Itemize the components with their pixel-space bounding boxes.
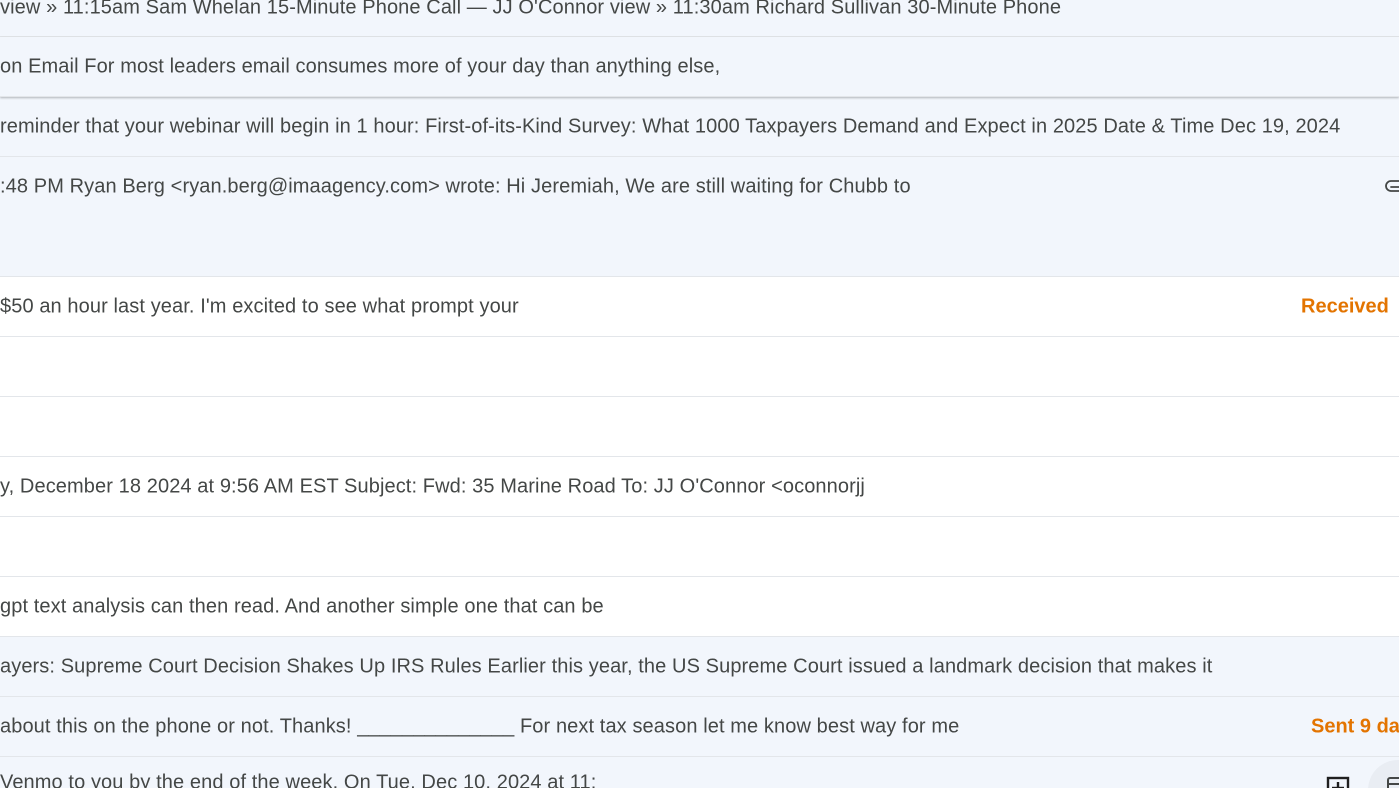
email-row[interactable]: Venmo to you by the end of the week. On … [0,757,1399,788]
email-row[interactable] [0,337,1399,397]
email-row[interactable]: on Email For most leaders email consumes… [0,37,1399,97]
email-snippet: view » 11:15am Sam Whelan 15-Minute Phon… [0,0,1062,19]
email-row[interactable] [0,397,1399,457]
email-snippet: $50 an hour last year. I'm excited to se… [0,295,519,317]
email-row[interactable]: gpt text analysis can then read. And ano… [0,577,1399,637]
email-snippet: ayers: Supreme Court Decision Shakes Up … [0,655,1213,677]
email-row[interactable]: $50 an hour last year. I'm excited to se… [0,277,1399,337]
email-snippet: Venmo to you by the end of the week. On … [0,771,597,788]
email-row[interactable]: view » 11:15am Sam Whelan 15-Minute Phon… [0,0,1399,37]
email-list: view » 11:15am Sam Whelan 15-Minute Phon… [0,0,1399,788]
email-snippet: y, December 18 2024 at 9:56 AM EST Subje… [0,475,865,497]
email-row[interactable]: :48 PM Ryan Berg <ryan.berg@imaagency.co… [0,157,1399,277]
email-row[interactable] [0,517,1399,577]
email-row[interactable]: y, December 18 2024 at 9:56 AM EST Subje… [0,457,1399,517]
plus-square-icon[interactable] [1326,776,1350,788]
email-row[interactable]: reminder that your webinar will begin in… [0,97,1399,157]
email-row[interactable]: about this on the phone or not. Thanks! … [0,697,1399,757]
received-label: Received [1301,295,1389,317]
email-row[interactable]: ayers: Supreme Court Decision Shakes Up … [0,637,1399,697]
calendar-icon[interactable] [1368,760,1399,788]
email-snippet: gpt text analysis can then read. And ano… [0,595,604,617]
sent-label: Sent 9 days [1311,715,1399,737]
email-snippet: on Email For most leaders email consumes… [0,55,721,77]
email-snippet: reminder that your webinar will begin in… [0,115,1341,137]
paperclip-icon[interactable] [1385,177,1399,197]
email-snippet: :48 PM Ryan Berg <ryan.berg@imaagency.co… [0,175,911,198]
email-snippet: about this on the phone or not. Thanks! … [0,715,960,737]
